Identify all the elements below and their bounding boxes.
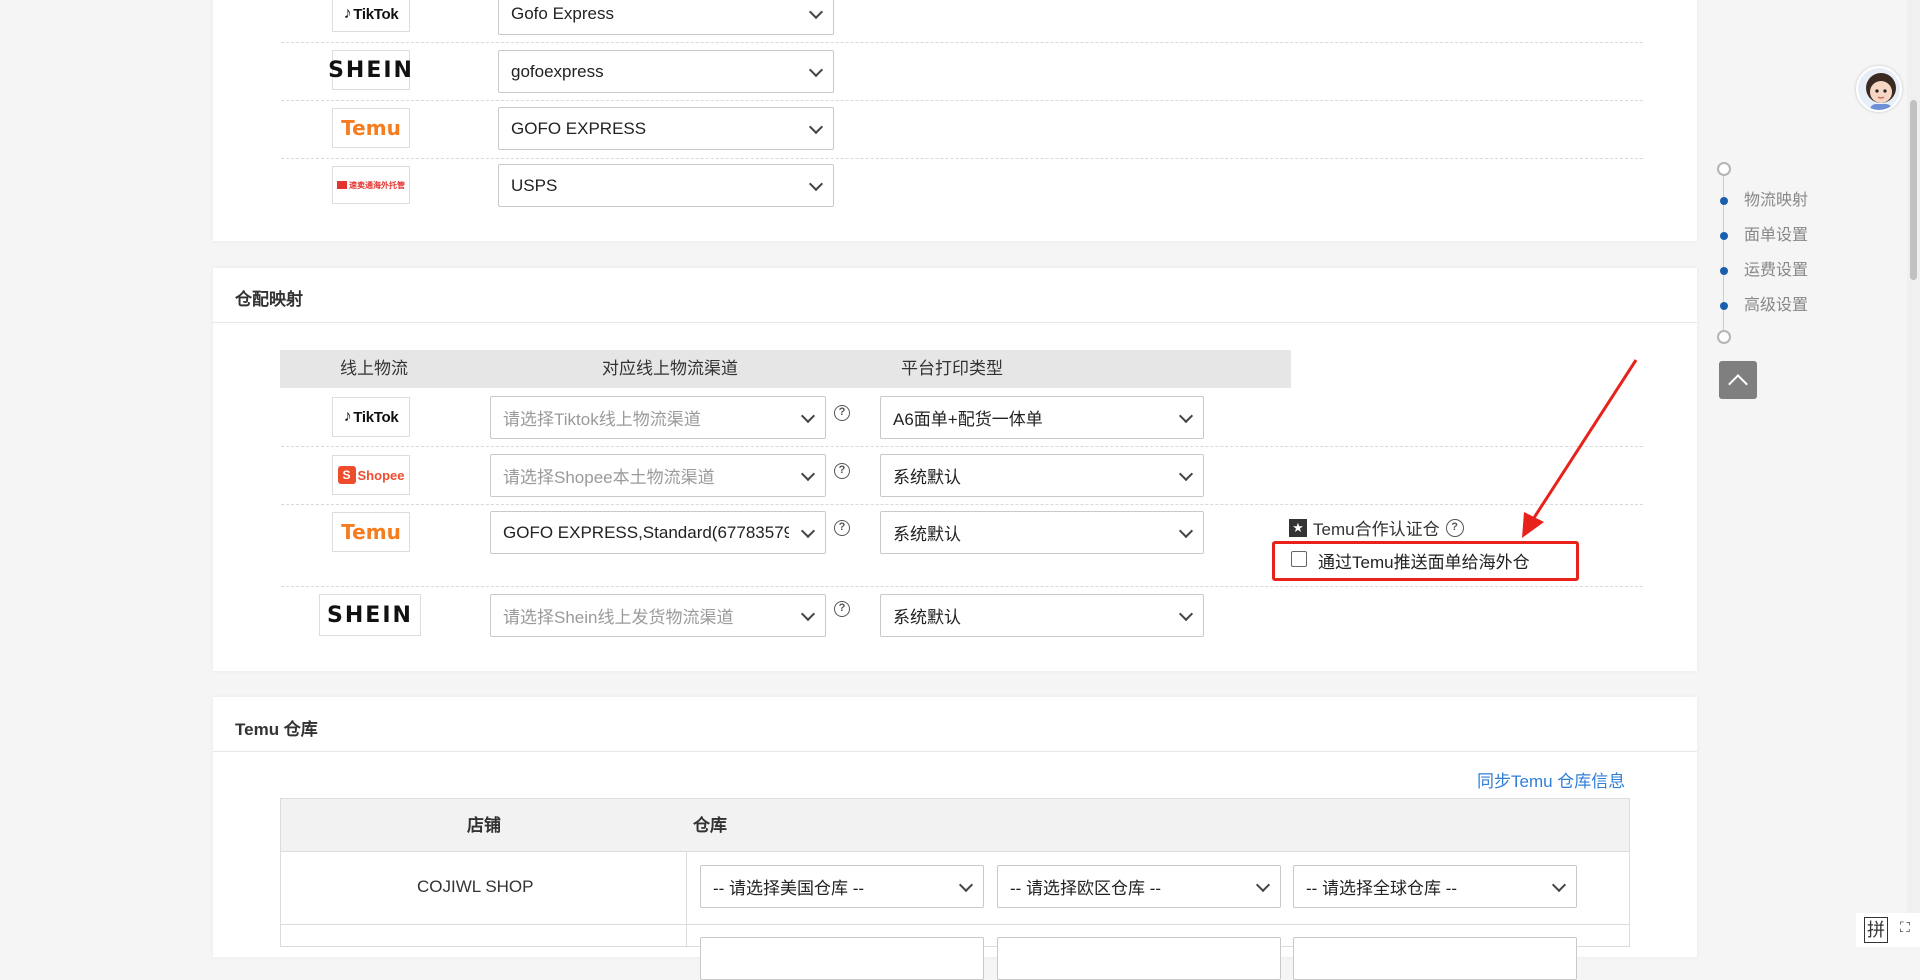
- divider: [213, 322, 1697, 323]
- nav-dot: [1720, 197, 1728, 205]
- chevron-down-icon: [1178, 408, 1194, 423]
- column-divider: [686, 852, 687, 946]
- chevron-down-icon: [1178, 466, 1194, 481]
- header-channel: 对应线上物流渠道: [602, 359, 738, 378]
- chevron-down-icon: [800, 466, 816, 481]
- help-icon[interactable]: ?: [834, 463, 850, 479]
- divider: [213, 751, 1697, 752]
- global-warehouse-select-next[interactable]: [1293, 937, 1577, 980]
- chevron-down-icon: [1178, 606, 1194, 621]
- us-warehouse-select[interactable]: -- 请选择美国仓库 --: [700, 865, 984, 908]
- chevron-down-icon: [958, 877, 974, 892]
- print-type-select-shein[interactable]: 系统默认: [880, 594, 1204, 637]
- shein-logo: SHEIN: [328, 50, 412, 90]
- page-scrollbar[interactable]: [1907, 0, 1920, 947]
- shein-logo: SHEIN: [319, 594, 421, 636]
- nav-end-ring: [1717, 330, 1731, 344]
- chevron-down-icon: [808, 119, 824, 134]
- assistant-avatar[interactable]: [1856, 66, 1902, 112]
- print-type-select-tiktok[interactable]: A6面单+配货一体单: [880, 396, 1204, 439]
- ime-indicator[interactable]: 拼 ⛶: [1856, 913, 1920, 947]
- fullscreen-icon: ⛶: [1900, 919, 1910, 935]
- row-divider: [281, 42, 1643, 43]
- us-warehouse-select-next[interactable]: [700, 937, 984, 980]
- carrier-select-temu[interactable]: GOFO EXPRESS: [498, 107, 834, 150]
- warehouse-mapping-card: 仓配映射 线上物流 对应线上物流渠道 平台打印类型 ♪ TikTok 请选择Tik…: [213, 268, 1697, 671]
- chevron-down-icon: [808, 62, 824, 77]
- temu-certified-label: ★ Temu合作认证仓 ?: [1289, 515, 1464, 540]
- row-divider: [281, 924, 1629, 925]
- header-warehouse: 仓库: [693, 816, 727, 835]
- sync-temu-warehouse-link[interactable]: 同步Temu 仓库信息: [1477, 767, 1625, 792]
- channel-select-temu[interactable]: GOFO EXPRESS,Standard(677835791: [490, 511, 826, 554]
- eu-warehouse-select-next[interactable]: [997, 937, 1281, 980]
- row-divider: [281, 504, 1643, 505]
- nav-dot: [1720, 267, 1728, 275]
- help-icon[interactable]: ?: [834, 405, 850, 421]
- nav-item-shipping-fee[interactable]: 运费设置: [1744, 261, 1808, 281]
- nav-item-advanced[interactable]: 高级设置: [1744, 296, 1808, 316]
- back-to-top-button[interactable]: [1719, 361, 1757, 399]
- temu-logo: Temu: [332, 108, 410, 148]
- tiktok-logo: ♪ TikTok: [332, 0, 410, 32]
- carrier-select-aliexpress[interactable]: USPS: [498, 164, 834, 207]
- nav-start-ring: [1717, 162, 1731, 176]
- avatar-icon: [1866, 73, 1896, 110]
- help-icon[interactable]: ?: [1445, 518, 1464, 537]
- help-icon[interactable]: ?: [834, 520, 850, 536]
- row-divider: [281, 100, 1643, 101]
- nav-dot: [1720, 302, 1728, 310]
- star-icon: ★: [1289, 518, 1307, 537]
- nav-dot: [1720, 232, 1728, 240]
- header-online-logistics: 线上物流: [340, 359, 408, 378]
- mapping-table-header: 线上物流 对应线上物流渠道 平台打印类型: [280, 350, 1291, 388]
- header-print-type: 平台打印类型: [901, 359, 1003, 378]
- carrier-select-shein[interactable]: gofoexpress: [498, 50, 834, 93]
- eu-warehouse-select[interactable]: -- 请选择欧区仓库 --: [997, 865, 1281, 908]
- nav-item-label-settings[interactable]: 面单设置: [1744, 226, 1808, 246]
- header-shop: 店铺: [467, 816, 501, 835]
- channel-select-tiktok[interactable]: 请选择Tiktok线上物流渠道: [490, 396, 826, 439]
- shopee-logo: S Shopee: [332, 455, 410, 495]
- chevron-down-icon: [1255, 877, 1271, 892]
- chevron-down-icon: [800, 523, 816, 538]
- aliexpress-logo: 速卖通海外托管: [332, 166, 410, 204]
- row-divider: [281, 586, 1643, 587]
- global-warehouse-select[interactable]: -- 请选择全球仓库 --: [1293, 865, 1577, 908]
- chevron-down-icon: [808, 176, 824, 191]
- carrier-select-tiktok[interactable]: Gofo Express: [498, 0, 834, 35]
- help-icon[interactable]: ?: [834, 601, 850, 617]
- print-type-select-temu[interactable]: 系统默认: [880, 511, 1204, 554]
- tiktok-logo: ♪ TikTok: [332, 397, 410, 437]
- carrier-mapping-card: ♪ TikTok Gofo Express SHEIN gofoexpress T…: [213, 0, 1697, 241]
- warehouse-table: 店铺 仓库 COJIWL SHOP -- 请选择美国仓库 -- -- 请选择欧区…: [280, 798, 1630, 980]
- warehouse-table-header: 店铺 仓库: [281, 799, 1629, 852]
- row-divider: [281, 158, 1643, 159]
- row-divider: [281, 446, 1643, 447]
- scrollbar-thumb[interactable]: [1910, 100, 1917, 280]
- annotation-arrow-icon: [1522, 359, 1638, 538]
- nav-item-logistics-mapping[interactable]: 物流映射: [1744, 191, 1808, 211]
- shop-name: COJIWL SHOP: [417, 877, 534, 896]
- chevron-down-icon: [1178, 523, 1194, 538]
- ime-label: 拼: [1864, 917, 1888, 943]
- chevron-down-icon: [800, 606, 816, 621]
- chevron-down-icon: [1551, 877, 1567, 892]
- channel-select-shopee[interactable]: 请选择Shopee本土物流渠道: [490, 454, 826, 497]
- chevron-down-icon: [808, 4, 824, 19]
- chevron-down-icon: [800, 408, 816, 423]
- chevron-up-icon: [1728, 374, 1748, 394]
- print-type-select-shopee[interactable]: 系统默认: [880, 454, 1204, 497]
- card-title: 仓配映射: [235, 290, 303, 309]
- temu-logo: Temu: [332, 512, 410, 552]
- annotation-highlight-box: [1272, 541, 1579, 581]
- card-title: Temu 仓库: [235, 720, 318, 739]
- channel-select-shein[interactable]: 请选择Shein线上发货物流渠道: [490, 594, 826, 637]
